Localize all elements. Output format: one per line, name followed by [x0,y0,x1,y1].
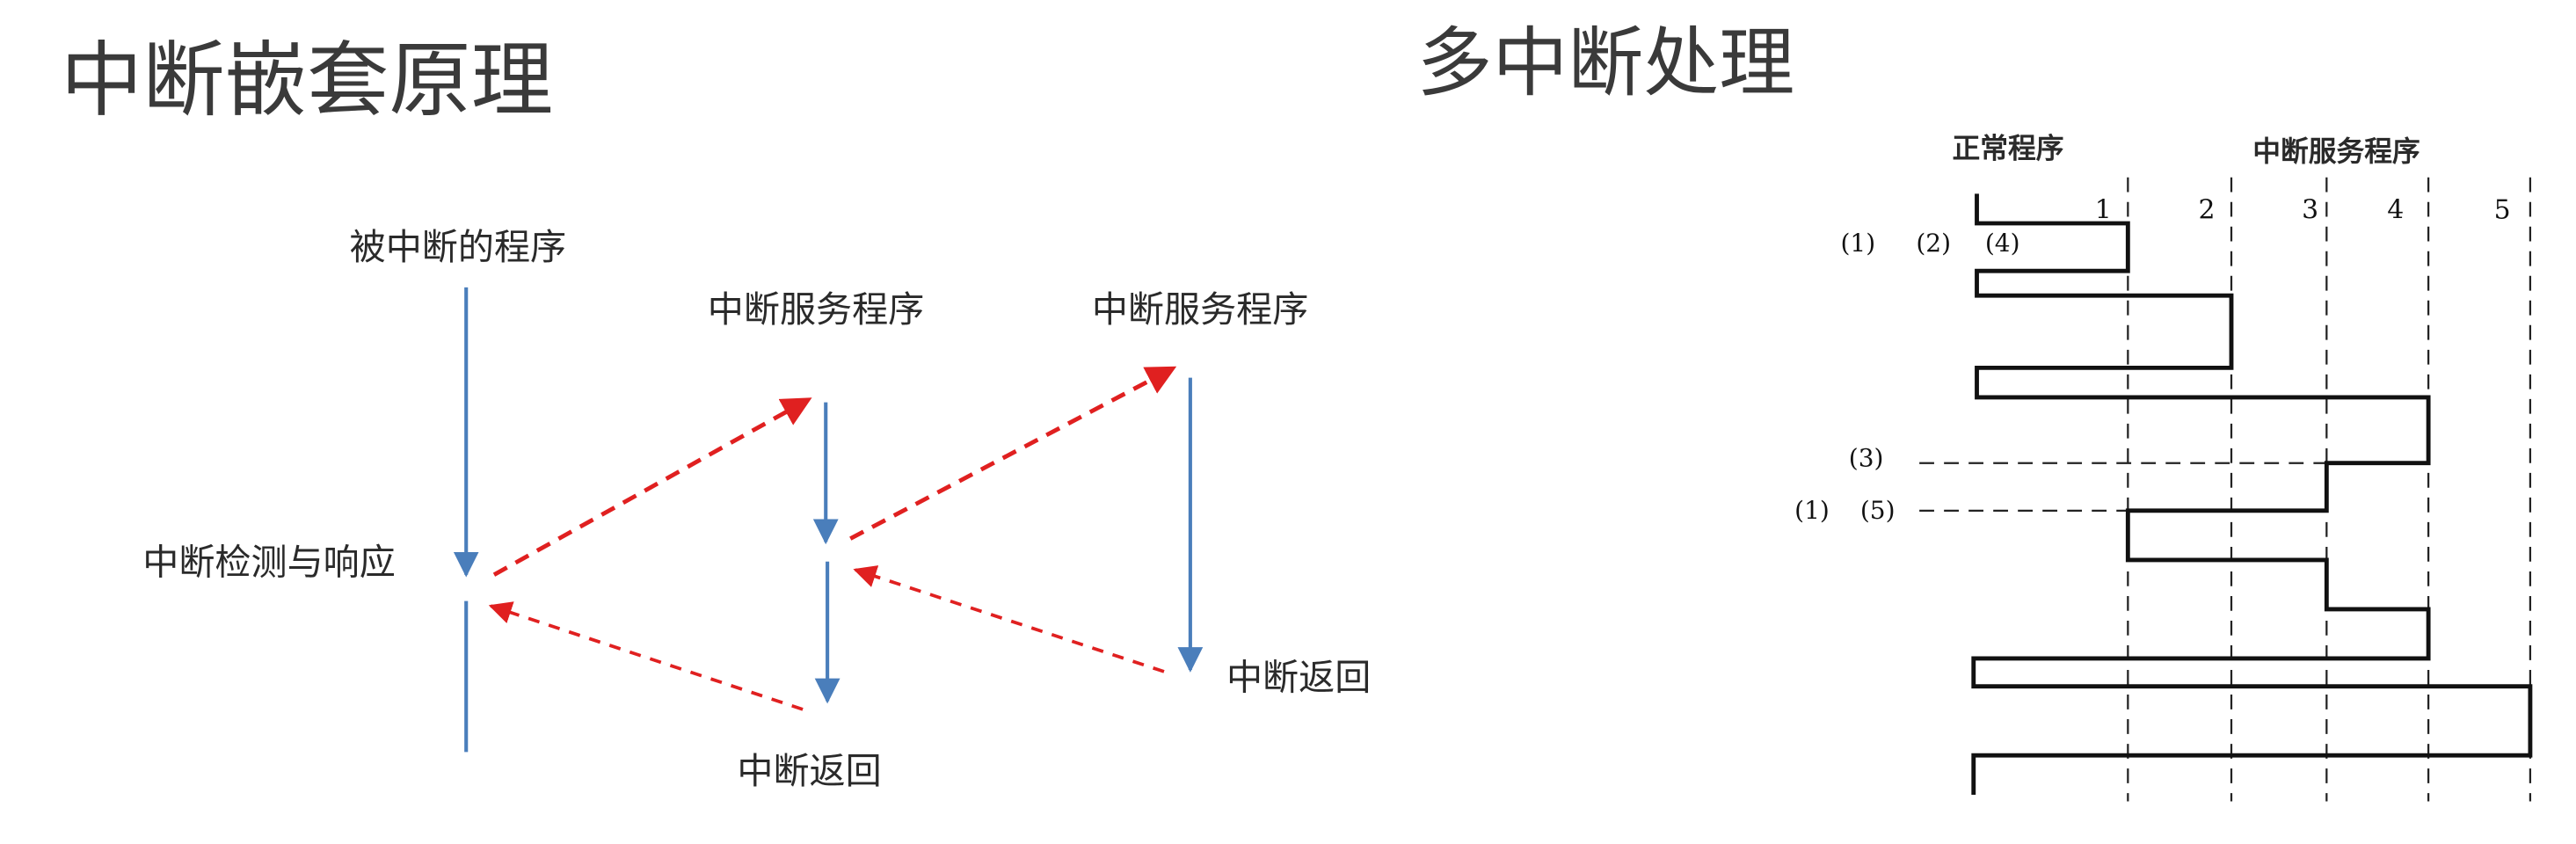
label-isr-2: 中断服务程序 [1092,288,1308,331]
title-multi: 多中断处理 [1417,19,1795,107]
return-arrow-to-isr1 [853,565,1165,673]
level-label-3: 3 [2302,194,2318,225]
label-isr-1: 中断服务程序 [708,288,924,331]
event-label-3: (3) [1849,443,1884,472]
event-label-5: (5) [1860,496,1896,525]
label-normal-program: 正常程序 [1952,133,2063,164]
event-label-1: (1) [1840,229,1875,258]
level-label-5: 5 [2494,194,2511,225]
diagram-canvas: 中断嵌套原理 多中断处理 被中断的程序 中断检测与响应 中断服务程序 中断服务程… [61,19,2533,802]
label-return-2: 中断返回 [1226,656,1371,698]
call-arrow-to-isr1 [492,397,812,577]
event-label-1b: (1) [1794,496,1830,525]
label-interrupted-program: 被中断的程序 [350,226,566,268]
nesting-diagram: 被中断的程序 中断检测与响应 中断服务程序 中断服务程序 中断返回 中断返回 [142,226,1371,792]
label-return-1: 中断返回 [737,750,881,792]
level-label-2: 2 [2198,194,2215,225]
label-detect-respond: 中断检测与响应 [142,542,396,584]
title-nesting: 中断嵌套原理 [61,33,553,128]
multi-interrupt-diagram: 正常程序 中断服务程序 1 2 3 4 5 (1) (2) (4) (3) (1… [1794,133,2533,802]
call-arrow-to-isr2 [849,366,1177,541]
label-isr: 中断服务程序 [2252,136,2420,168]
execution-trace [1971,193,2533,795]
event-label-2: (2) [1916,229,1951,258]
return-arrow-to-main [488,601,804,711]
event-label-4: (4) [1985,229,2020,258]
level-label-1: 1 [2095,194,2112,225]
level-label-4: 4 [2387,194,2404,225]
